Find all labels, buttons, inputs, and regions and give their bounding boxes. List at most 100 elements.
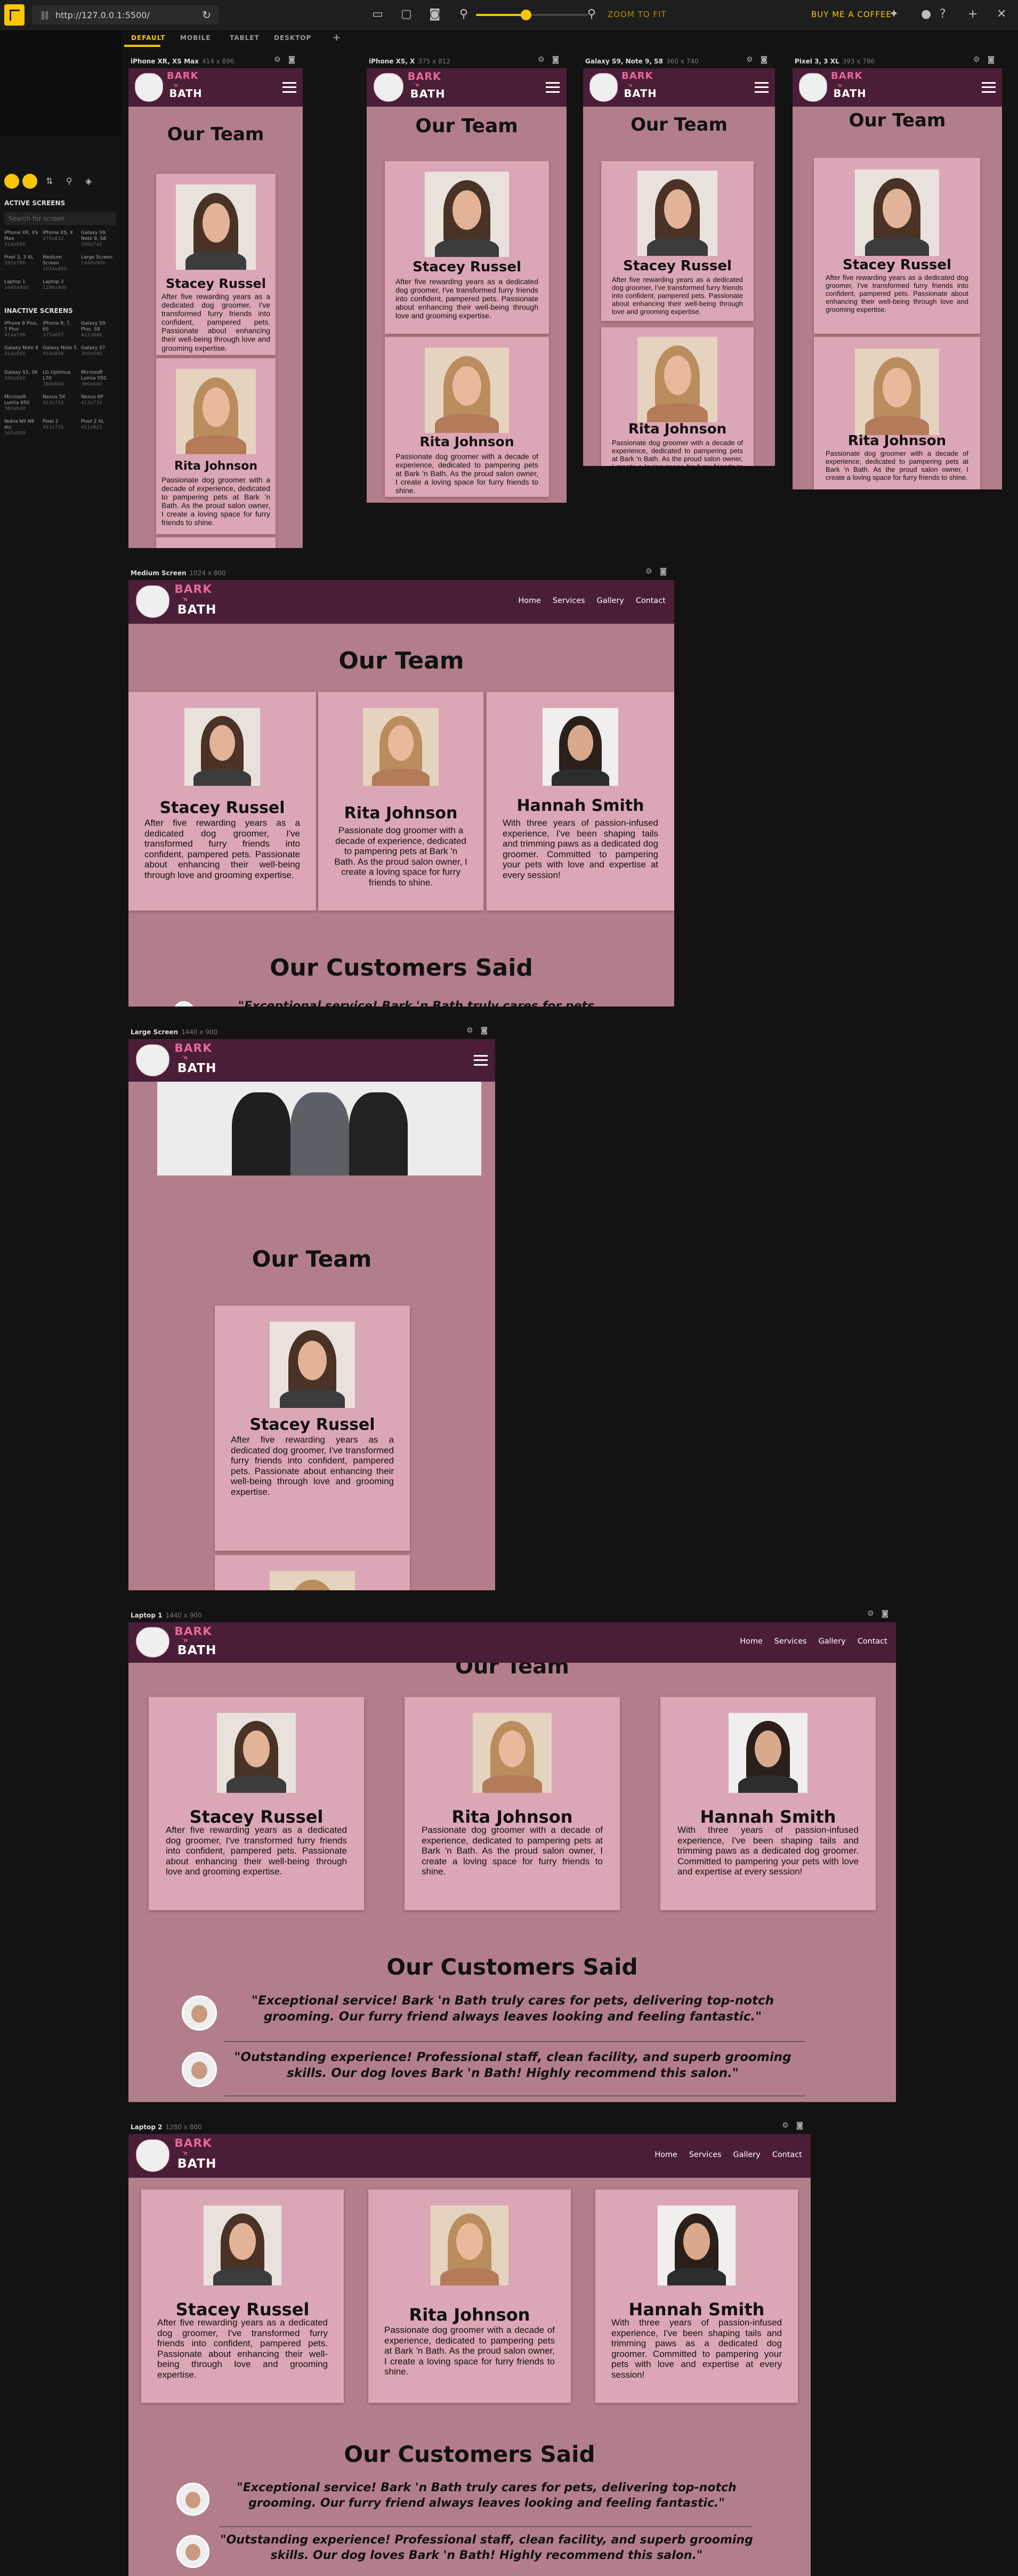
- search-icon[interactable]: ⚲: [66, 176, 72, 186]
- member-name: Stacey Russel: [175, 2299, 310, 2320]
- screen-list-item[interactable]: Galaxy Note 8 414x846: [4, 345, 38, 368]
- zoom-slider-handle[interactable]: [521, 10, 531, 20]
- screen-list-item[interactable]: Galaxy Note 5 414x846: [43, 345, 77, 368]
- member-bio: After five rewarding years as a dedicate…: [395, 277, 538, 320]
- device-settings-icon[interactable]: ⚙: [746, 55, 761, 64]
- device-settings-icon[interactable]: ⚙: [867, 1609, 882, 1618]
- nav-link-home[interactable]: Home: [740, 1637, 763, 1646]
- device-screenshot-icon[interactable]: ◙: [796, 2121, 811, 2130]
- screen-list-item[interactable]: Microsoft Lumia 550 360x640: [81, 370, 115, 392]
- url-bar[interactable]: ⛓ http://127.0.0.1:5500/ ↻: [32, 5, 219, 25]
- nav-link-contact[interactable]: Contact: [772, 2151, 802, 2159]
- site-logo[interactable]: BARK'nBATH: [136, 2134, 232, 2178]
- device-settings-icon[interactable]: ⚙: [538, 55, 552, 64]
- team-member-card: Rita Johnson Passionate dog groomer with …: [385, 337, 549, 497]
- nav-link-gallery[interactable]: Gallery: [819, 1637, 846, 1646]
- nav-link-services[interactable]: Services: [689, 2151, 722, 2159]
- site-logo[interactable]: BARK'nBATH: [589, 68, 669, 107]
- help-icon[interactable]: ?: [940, 7, 946, 21]
- nav-link-contact[interactable]: Contact: [858, 1637, 887, 1646]
- screen-list-item[interactable]: iPhone XR, XS Max 414x896: [4, 230, 38, 253]
- twitter-icon[interactable]: ✦: [889, 7, 899, 21]
- nav-link-home[interactable]: Home: [518, 597, 541, 605]
- url-text[interactable]: http://127.0.0.1:5500/: [55, 10, 150, 20]
- device-screenshot-icon[interactable]: ◙: [988, 55, 1003, 64]
- tab-tablet[interactable]: TABLET: [230, 34, 260, 42]
- window-icon[interactable]: ▢: [401, 7, 412, 21]
- settings-icon[interactable]: ◈: [85, 176, 92, 186]
- site-logo[interactable]: BARK'nBATH: [135, 68, 215, 107]
- device-dimensions: 1024 x 800: [189, 569, 226, 577]
- screen-list-item[interactable]: Pixel 2 411x731: [43, 419, 77, 441]
- hamburger-menu-button[interactable]: [755, 82, 769, 93]
- screen-list-item[interactable]: Galaxy S7 360x640: [81, 345, 115, 368]
- screen-list-item[interactable]: Medium Screen 1024x800: [43, 255, 77, 277]
- reload-icon[interactable]: ↻: [202, 9, 211, 21]
- device-settings-icon[interactable]: ⚙: [782, 2121, 796, 2130]
- site-logo[interactable]: BARK'nBATH: [373, 68, 459, 107]
- device-settings-icon[interactable]: ⚙: [973, 55, 988, 64]
- site-logo[interactable]: BARK'nBATH: [136, 1039, 232, 1082]
- device-settings-icon[interactable]: ⚙: [645, 567, 660, 576]
- device-screenshot-icon[interactable]: ◙: [552, 55, 567, 64]
- layout-list-button[interactable]: [22, 174, 37, 189]
- nav-link-gallery[interactable]: Gallery: [597, 597, 624, 605]
- device-screenshot-icon[interactable]: ◙: [882, 1609, 896, 1618]
- device-settings-icon[interactable]: ⚙: [274, 55, 288, 64]
- nav-link-services[interactable]: Services: [553, 597, 585, 605]
- device-settings-icon[interactable]: ⚙: [466, 1026, 481, 1035]
- site-navbar: BARK'n BATH: [128, 1039, 495, 1082]
- github-icon[interactable]: ●: [921, 7, 931, 21]
- site-logo[interactable]: BARK'nBATH: [136, 580, 232, 624]
- device-screenshot-icon[interactable]: ◙: [761, 55, 775, 64]
- screen-list-item[interactable]: iPhone 8 Plus, 7 Plus 414x736: [4, 321, 38, 343]
- nav-link-contact[interactable]: Contact: [636, 597, 666, 605]
- screen-list-item[interactable]: Galaxy S9 Plus, S8 412x846: [81, 321, 115, 343]
- screen-list-item[interactable]: Laptop 1 1440x900: [4, 279, 38, 302]
- photo-shirt: [193, 768, 251, 786]
- site-logo[interactable]: BARK'nBATH: [799, 68, 879, 107]
- hamburger-menu-button[interactable]: [546, 82, 560, 93]
- screen-list-item[interactable]: iPhone 8, 7, 6S 375x667: [43, 321, 77, 343]
- add-tab-button[interactable]: +: [333, 32, 341, 43]
- logo-text-bath: BATH: [177, 602, 217, 617]
- hamburger-menu-button[interactable]: [982, 82, 996, 93]
- rotate-icon[interactable]: ⇅: [46, 176, 53, 186]
- nav-link-gallery[interactable]: Gallery: [733, 2151, 761, 2159]
- zoom-out-icon[interactable]: ⚲: [459, 7, 468, 21]
- screen-list-item[interactable]: Nexus 6P 412x732: [81, 395, 115, 417]
- nav-link-home[interactable]: Home: [655, 2151, 677, 2159]
- screen-list-item[interactable]: Galaxy S5, S6 360x640: [4, 370, 38, 392]
- nav-link-services[interactable]: Services: [774, 1637, 807, 1646]
- tab-default[interactable]: DEFAULT: [131, 34, 166, 42]
- tab-mobile[interactable]: MOBILE: [180, 34, 211, 42]
- buy-me-a-coffee-link[interactable]: BUY ME A COFFEE: [811, 10, 892, 19]
- camera-icon[interactable]: ◙: [429, 7, 440, 21]
- device-screenshot-icon[interactable]: ◙: [660, 567, 675, 576]
- device-screenshot-icon[interactable]: ◙: [288, 55, 303, 64]
- add-icon[interactable]: +: [968, 7, 977, 21]
- screen-list-item[interactable]: Nokia N9 N8 etc 360x640: [4, 419, 38, 441]
- screen-list-item[interactable]: Large Screen 1440x900: [81, 255, 115, 277]
- screen-list-item[interactable]: Pixel 2 XL 411x823: [81, 419, 115, 441]
- screen-list-item[interactable]: Laptop 2 1280x800: [43, 279, 77, 302]
- screen-list-item[interactable]: Nexus 5X 412x732: [43, 395, 77, 417]
- screen-list-item[interactable]: LG Optimus L70 384x640: [43, 370, 77, 392]
- hamburger-menu-button[interactable]: [282, 82, 296, 93]
- photo-stacey: [425, 172, 509, 257]
- tab-desktop[interactable]: DESKTOP: [274, 34, 311, 42]
- zoom-in-icon[interactable]: ⚲: [587, 7, 596, 21]
- screenshot-tool-icon[interactable]: ▭: [372, 7, 383, 21]
- screen-list-item[interactable]: Microsoft Lumia 950 360x640: [4, 395, 38, 417]
- close-icon[interactable]: ✕: [997, 7, 1006, 21]
- zoom-to-fit-button[interactable]: ZOOM TO FIT: [608, 10, 667, 19]
- site-logo[interactable]: BARK'nBATH: [136, 1622, 232, 1663]
- screen-list-item[interactable]: Galaxy S9, Note 9, S8 360x740: [81, 230, 115, 253]
- layout-grid-button[interactable]: [4, 174, 19, 189]
- screen-list-item[interactable]: Pixel 3, 3 XL 393x786: [4, 255, 38, 277]
- hamburger-menu-button[interactable]: [473, 1055, 488, 1066]
- zoom-slider[interactable]: [476, 10, 588, 20]
- screen-list-item[interactable]: iPhone XS, X 375x812: [43, 230, 77, 253]
- device-screenshot-icon[interactable]: ◙: [481, 1026, 496, 1035]
- screen-search-input[interactable]: Search for screen: [4, 212, 116, 225]
